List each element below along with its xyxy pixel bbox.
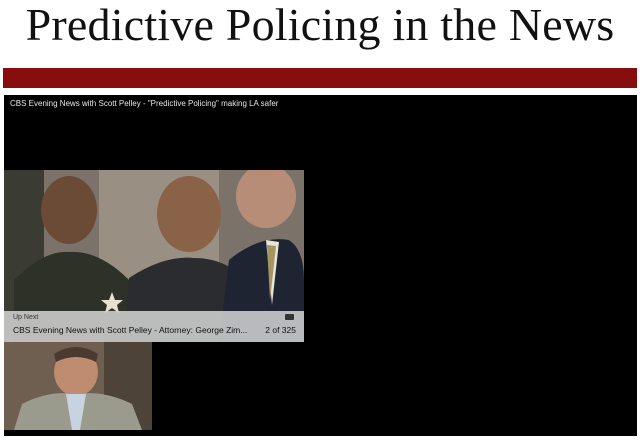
up-next-thumbnail[interactable]: Up Next CBS Evening News with Scott Pell… [4, 170, 304, 342]
video-thumbnail[interactable] [4, 342, 152, 430]
anchor-photo [4, 342, 152, 430]
accent-bar [3, 68, 637, 88]
up-next-bar[interactable]: Up Next CBS Evening News with Scott Pell… [4, 311, 304, 342]
playlist-icon[interactable] [285, 314, 294, 320]
playlist-count: 2 of 325 [265, 325, 296, 335]
video-player[interactable]: CBS Evening News with Scott Pelley - "Pr… [4, 95, 637, 436]
up-next-title[interactable]: CBS Evening News with Scott Pelley - Att… [13, 325, 247, 335]
page-title: Predictive Policing in the News [25, 0, 615, 50]
up-next-label: Up Next [13, 314, 39, 321]
video-title[interactable]: CBS Evening News with Scott Pelley - "Pr… [10, 99, 278, 108]
